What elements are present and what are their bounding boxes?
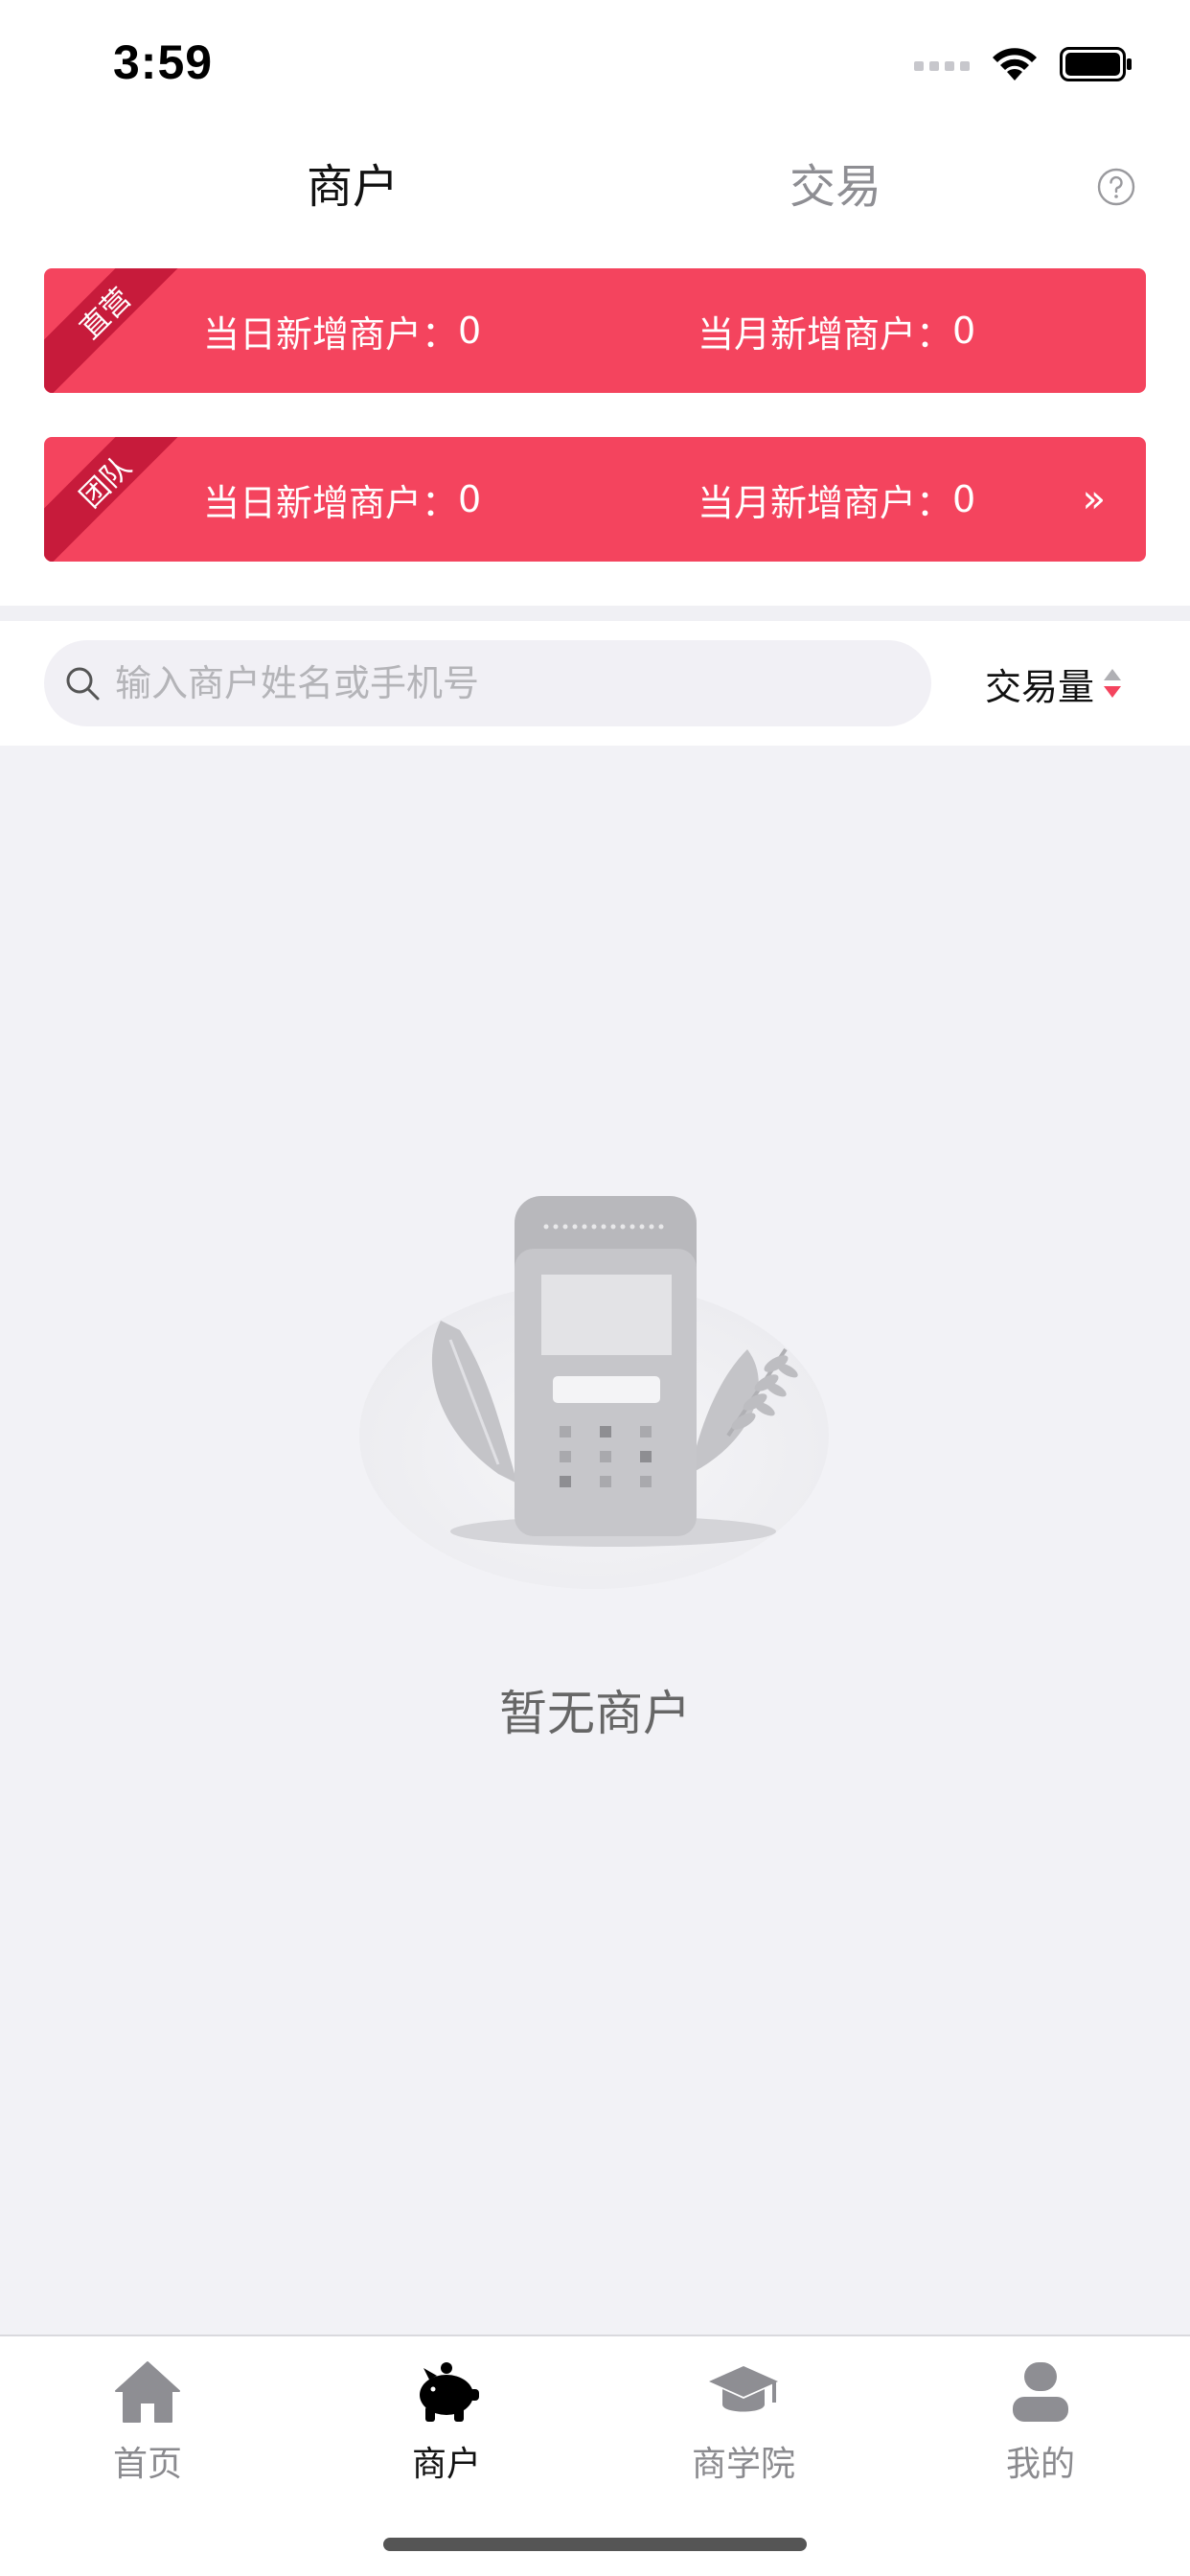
daily-new-label: 当日新增商户： — [203, 312, 459, 356]
tab-label: 首页 — [112, 2445, 182, 2484]
daily-new-value: 0 — [458, 478, 482, 520]
monthly-new-label: 当月新增商户： — [698, 481, 953, 524]
monthly-new-merchants: 当月新增商户： 0 — [698, 437, 975, 562]
search-input[interactable] — [115, 662, 901, 704]
search-field[interactable] — [44, 640, 931, 726]
tab-merchant[interactable]: 商户 — [307, 158, 399, 216]
home-icon — [115, 2361, 180, 2423]
help-icon[interactable] — [1097, 168, 1135, 206]
tab-mine[interactable]: 我的 — [964, 2354, 1117, 2486]
graduation-cap-icon — [709, 2366, 778, 2412]
signal-icon — [914, 61, 970, 71]
monthly-new-label: 当月新增商户： — [698, 312, 953, 356]
tab-label: 商学院 — [691, 2445, 795, 2484]
daily-new-merchants: 当日新增商户： 0 — [203, 437, 481, 562]
search-icon — [66, 667, 100, 701]
header-area: 3:59 商户 交易 直营 当日新增商户： 0 当月新增商户： 0 团队 当日新… — [0, 0, 1190, 606]
status-icons — [914, 40, 1133, 88]
user-icon — [1013, 2362, 1068, 2422]
tab-transaction[interactable]: 交易 — [790, 158, 881, 216]
monthly-new-value: 0 — [952, 478, 976, 520]
status-bar: 3:59 — [0, 0, 1190, 129]
daily-new-merchants: 当日新增商户： 0 — [203, 268, 481, 393]
wifi-icon — [993, 48, 1037, 80]
team-ribbon: 团队 — [44, 437, 187, 562]
direct-ribbon: 直营 — [44, 268, 187, 393]
tab-label: 商户 — [411, 2445, 481, 2484]
home-indicator[interactable] — [383, 2538, 807, 2551]
team-stats-card[interactable]: 团队 当日新增商户： 0 当月新增商户： 0 » — [44, 437, 1146, 562]
search-bar: 交易量 — [0, 621, 1190, 746]
sort-arrows-icon — [1104, 669, 1122, 698]
status-time: 3:59 — [113, 35, 214, 89]
daily-new-value: 0 — [458, 310, 482, 352]
empty-state-text: 暂无商户 — [499, 1686, 691, 1741]
piggy-bank-icon — [420, 2362, 479, 2422]
tab-academy[interactable]: 商学院 — [667, 2354, 820, 2486]
tab-merchant-nav[interactable]: 商户 — [370, 2354, 523, 2486]
sort-by-volume-button[interactable]: 交易量 — [985, 640, 1123, 726]
tab-home[interactable]: 首页 — [71, 2354, 224, 2486]
pos-terminal-illustration — [359, 1196, 829, 1589]
monthly-new-merchants: 当月新增商户： 0 — [698, 268, 975, 393]
merchant-list-empty: 暂无商户 — [0, 746, 1190, 2336]
sort-label: 交易量 — [985, 665, 1095, 708]
double-chevron-right-icon[interactable]: » — [1083, 437, 1106, 562]
daily-new-label: 当日新增商户： — [203, 481, 459, 524]
direct-stats-card[interactable]: 直营 当日新增商户： 0 当月新增商户： 0 — [44, 268, 1146, 393]
monthly-new-value: 0 — [952, 310, 976, 352]
section-divider — [0, 606, 1190, 621]
battery-icon — [1060, 47, 1132, 81]
tab-label: 我的 — [1005, 2445, 1075, 2484]
